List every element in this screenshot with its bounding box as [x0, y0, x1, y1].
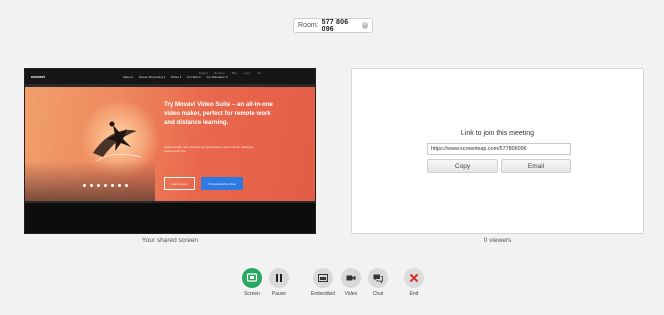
shared-screen-preview: movavi Video ▾ Screen Recording ▾ Photo … — [24, 68, 316, 234]
screenleap-presenter-page: Room: 577 806 096 × movavi Video ▾ Scree… — [0, 0, 664, 315]
preview-menu-item: For Education ▾ — [206, 74, 228, 79]
pause-icon[interactable] — [269, 268, 289, 288]
pause-tool[interactable]: Pause — [261, 268, 297, 297]
join-meeting-panel: Link to join this meeting https://www.sc… — [351, 68, 644, 234]
carousel-dot — [111, 184, 114, 187]
carousel-dot — [90, 184, 93, 187]
preview-top-link: Log in — [243, 72, 251, 75]
chat-bubble-icon[interactable] — [368, 268, 388, 288]
chat-tool[interactable]: Chat — [360, 268, 396, 297]
preview-top-link: Support — [198, 72, 208, 75]
carousel-dot — [83, 184, 86, 187]
end-tool[interactable]: End — [396, 268, 432, 297]
preview-site-nav: movavi Video ▾ Screen Recording ▾ Photo … — [25, 69, 315, 84]
carousel-dot — [97, 184, 100, 187]
preview-site-top-links: Support Business Blog Log in EN — [199, 72, 261, 75]
preview-divider — [25, 201, 315, 203]
copy-button[interactable]: Copy — [427, 159, 498, 173]
preview-learn-more-button: Learn more › — [164, 177, 195, 190]
preview-menu-item: For Mac ▾ — [187, 74, 201, 79]
preview-hero-subtitle: Create tutorials, record lectures and pr… — [164, 146, 254, 154]
room-number: 577 806 096 — [321, 18, 349, 33]
chat-label: Chat — [372, 291, 384, 297]
embedded-icon[interactable] — [313, 268, 333, 288]
preview-site-menu: Video ▾ Screen Recording ▾ Photo ▾ For M… — [123, 75, 228, 79]
room-label: Room: — [298, 22, 319, 29]
viewers-count: 0 viewers — [483, 237, 512, 244]
shared-screen-caption: Your shared screen — [141, 237, 199, 244]
preview-menu-item: Photo ▾ — [171, 74, 182, 79]
embedded-label: Embedded — [310, 291, 336, 297]
carousel-dot — [104, 184, 107, 187]
preview-site-logo: movavi — [31, 74, 45, 79]
carousel-dot — [118, 184, 121, 187]
video-camera-icon[interactable] — [341, 268, 361, 288]
preview-menu-item: Screen Recording ▾ — [138, 74, 166, 79]
preview-top-link: Blog — [231, 72, 237, 75]
carousel-dot — [125, 184, 128, 187]
join-link-field[interactable]: https://www.screenleap.com/577806096 — [427, 143, 571, 155]
close-circle-icon[interactable]: × — [361, 22, 368, 29]
join-title: Link to join this meeting — [460, 130, 535, 137]
preview-hero-title: Try Movavi Video Suite – an all-in-one v… — [164, 101, 273, 126]
preview-carousel-dots — [83, 184, 128, 187]
preview-top-link: Business — [214, 72, 225, 75]
screen-share-icon[interactable] — [242, 268, 262, 288]
preview-download-button: ⬇ Download for Free — [201, 177, 243, 190]
screen-label: Screen — [244, 291, 260, 297]
preview-top-link: EN — [257, 72, 261, 75]
end-label: End — [409, 291, 419, 297]
pause-label: Pause — [271, 291, 287, 297]
surfer-image — [93, 121, 142, 162]
room-info: Room: 577 806 096 × — [293, 18, 373, 33]
preview-hero-banner: Try Movavi Video Suite – an all-in-one v… — [25, 87, 315, 201]
end-x-icon[interactable] — [404, 268, 424, 288]
video-label: Video — [344, 291, 358, 297]
email-button[interactable]: Email — [501, 159, 571, 173]
preview-menu-item: Video ▾ — [122, 74, 133, 79]
